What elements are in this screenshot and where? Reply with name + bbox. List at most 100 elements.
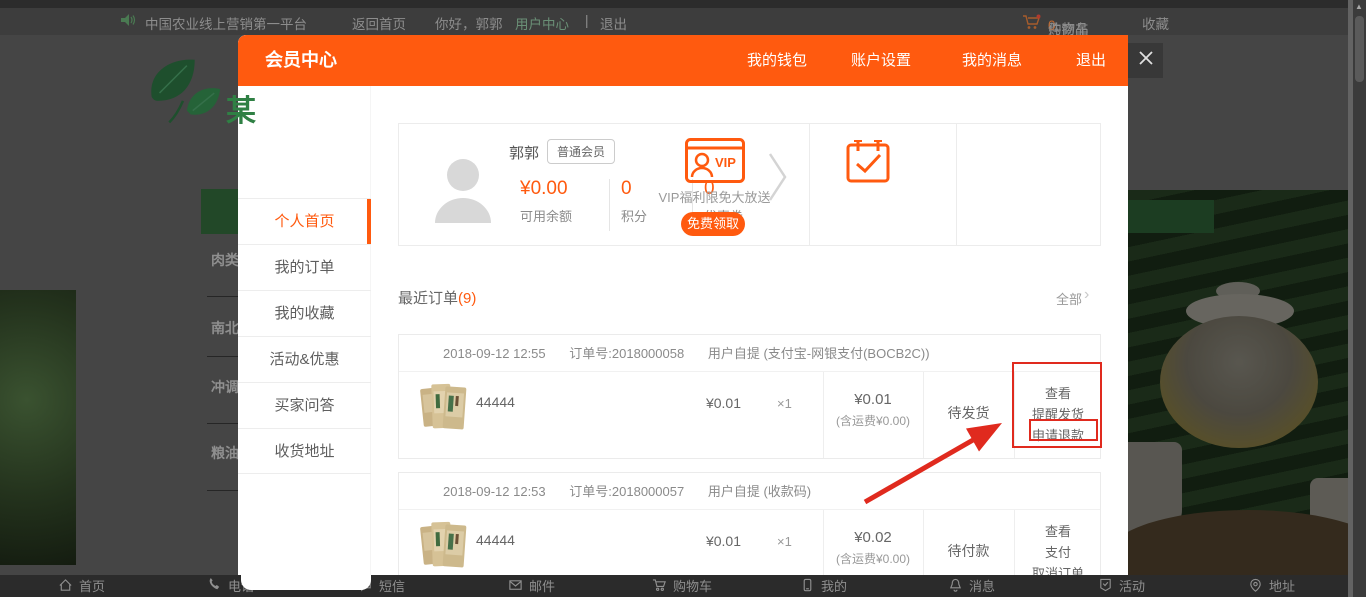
order-total: ¥0.01 bbox=[823, 391, 923, 408]
sidebar-item-my-favorites[interactable]: 我的收藏 bbox=[238, 290, 371, 336]
bottomnav-label: 消息 bbox=[969, 576, 995, 595]
stat-balance[interactable]: ¥0.00 可用余额 bbox=[520, 178, 572, 225]
user-center-link[interactable]: 用户中心 bbox=[515, 13, 569, 33]
sidebar-item-personal-home[interactable]: 个人首页 bbox=[238, 198, 371, 244]
background-photo-left bbox=[0, 290, 76, 565]
pay-order-link[interactable]: 支付 bbox=[1014, 542, 1102, 563]
category-item: 南北 bbox=[211, 318, 238, 338]
recent-orders-label: 最近订单 bbox=[398, 290, 458, 307]
vip-caption: VIP福利限免大放送 bbox=[641, 187, 788, 206]
modal-close-button[interactable] bbox=[1128, 43, 1163, 78]
product-thumbnail[interactable] bbox=[418, 378, 468, 437]
view-order-link[interactable]: 查看 bbox=[1014, 521, 1102, 542]
divider bbox=[609, 179, 610, 231]
order-status: 待付款 bbox=[923, 541, 1014, 561]
cart-icon[interactable] bbox=[1022, 14, 1042, 33]
speaker-icon bbox=[120, 12, 136, 31]
scroll-up-icon[interactable]: ▲ bbox=[1355, 2, 1363, 11]
unit-price: ¥0.01 bbox=[669, 533, 741, 549]
bottomnav-mail[interactable]: 邮件 bbox=[508, 576, 555, 595]
vip-icon: VIP bbox=[641, 138, 788, 188]
sidebar-item-buyer-qa[interactable]: 买家问答 bbox=[238, 382, 371, 428]
modal-title: 会员中心 bbox=[265, 35, 337, 86]
bottomnav-label: 首页 bbox=[79, 576, 105, 595]
quantity: ×1 bbox=[777, 534, 792, 549]
divider bbox=[207, 490, 238, 491]
modal-header: 会员中心 我的钱包 账户设置 我的消息 退出 bbox=[238, 35, 1128, 86]
product-name[interactable]: 44444 bbox=[476, 394, 515, 410]
pin-icon bbox=[1248, 578, 1263, 593]
nav-my-messages[interactable]: 我的消息 bbox=[962, 35, 1022, 86]
sidebar-item-my-orders[interactable]: 我的订单 bbox=[238, 244, 371, 290]
nav-my-wallet[interactable]: 我的钱包 bbox=[747, 35, 807, 86]
shipping-note: (含运费¥0.00) bbox=[823, 550, 923, 567]
bell-icon bbox=[948, 578, 963, 593]
bottomnav-label: 短信 bbox=[379, 576, 405, 595]
nav-logout[interactable]: 退出 bbox=[1076, 35, 1106, 86]
divider bbox=[207, 296, 238, 297]
activity-icon bbox=[1098, 578, 1113, 593]
modal-sidebar: 个人首页 我的订单 我的收藏 活动&优惠 买家问答 收货地址 bbox=[238, 86, 371, 575]
page-top-strip bbox=[0, 0, 1366, 8]
site-logo-text: 某 bbox=[226, 86, 256, 130]
bottomnav-label: 活动 bbox=[1119, 576, 1145, 595]
vip-icon-text: VIP bbox=[715, 155, 736, 170]
background-tea-scene bbox=[1128, 190, 1348, 575]
greeting-text: 你好，郭郭 bbox=[435, 13, 503, 33]
product-name[interactable]: 44444 bbox=[476, 532, 515, 548]
quantity: ×1 bbox=[777, 396, 792, 411]
order-actions: 查看 支付 取消订单 bbox=[1014, 510, 1102, 575]
category-item: 肉类 bbox=[211, 250, 238, 270]
mail-icon bbox=[508, 578, 523, 593]
bottomnav-label: 地址 bbox=[1269, 576, 1295, 595]
order-header: 2018-09-12 12:55 订单号:2018000058 用户自提 (支付… bbox=[399, 335, 1100, 372]
product-thumbnail[interactable] bbox=[418, 516, 468, 575]
back-home-link[interactable]: 返回首页 bbox=[352, 13, 406, 33]
unit-price: ¥0.01 bbox=[669, 395, 741, 411]
divider bbox=[207, 423, 238, 424]
bottomnav-mine[interactable]: 我的 bbox=[800, 576, 847, 595]
cart-icon bbox=[652, 578, 667, 593]
cancel-order-link[interactable]: 取消订单 bbox=[1014, 563, 1102, 575]
order-number: 订单号:2018000057 bbox=[569, 484, 684, 499]
divider bbox=[207, 356, 238, 357]
scrollbar[interactable]: ▲ bbox=[1353, 0, 1366, 597]
category-nav-header bbox=[201, 189, 238, 234]
bottomnav-label: 邮件 bbox=[529, 576, 555, 595]
recent-orders-count: (9) bbox=[458, 290, 476, 307]
site-logo-leaves-icon bbox=[138, 50, 226, 143]
favorites-link[interactable]: 收藏 bbox=[1142, 13, 1169, 33]
bottomnav-address[interactable]: 地址 bbox=[1248, 576, 1295, 595]
background-nav-block bbox=[1128, 200, 1214, 233]
bottomnav-cart[interactable]: 购物车 bbox=[652, 576, 712, 595]
home-icon bbox=[58, 578, 73, 593]
user-name: 郭郭 bbox=[509, 142, 539, 163]
order-delivery: 用户自提 (支付宝-网银支付(BOCB2C)) bbox=[708, 346, 930, 361]
stat-label: 可用余额 bbox=[520, 206, 572, 225]
order-total-cell: ¥0.02 (含运费¥0.00) bbox=[823, 510, 923, 567]
divider bbox=[956, 124, 957, 245]
order-total: ¥0.02 bbox=[823, 529, 923, 546]
check-in-calendar-icon[interactable] bbox=[795, 138, 941, 189]
annotation-arrow bbox=[845, 410, 1015, 515]
scrollbar-thumb[interactable] bbox=[1355, 16, 1364, 82]
order-number: 订单号:2018000058 bbox=[569, 346, 684, 361]
category-item: 冲调 bbox=[211, 377, 238, 397]
sidebar-item-shipping-address[interactable]: 收货地址 bbox=[238, 428, 371, 474]
site-slogan: 中国农业线上营销第一平台 bbox=[145, 13, 307, 33]
order-delivery: 用户自提 (收款码) bbox=[708, 484, 811, 499]
vip-claim-button[interactable]: 免费领取 bbox=[681, 212, 745, 236]
phone-icon bbox=[207, 578, 222, 593]
sidebar-item-promotions[interactable]: 活动&优惠 bbox=[238, 336, 371, 382]
member-level-badge: 普通会员 bbox=[547, 139, 615, 164]
all-orders-link[interactable]: 全部 bbox=[1056, 289, 1082, 308]
nav-account-settings[interactable]: 账户设置 bbox=[851, 35, 911, 86]
order-datetime: 2018-09-12 12:53 bbox=[443, 484, 546, 499]
logout-link[interactable]: 退出 bbox=[600, 13, 627, 33]
bottomnav-activity[interactable]: 活动 bbox=[1098, 576, 1145, 595]
stat-label: 积分 bbox=[621, 206, 647, 225]
bottomnav-home[interactable]: 首页 bbox=[58, 576, 105, 595]
bottomnav-messages[interactable]: 消息 bbox=[948, 576, 995, 595]
avatar bbox=[433, 157, 493, 228]
order-datetime: 2018-09-12 12:55 bbox=[443, 346, 546, 361]
